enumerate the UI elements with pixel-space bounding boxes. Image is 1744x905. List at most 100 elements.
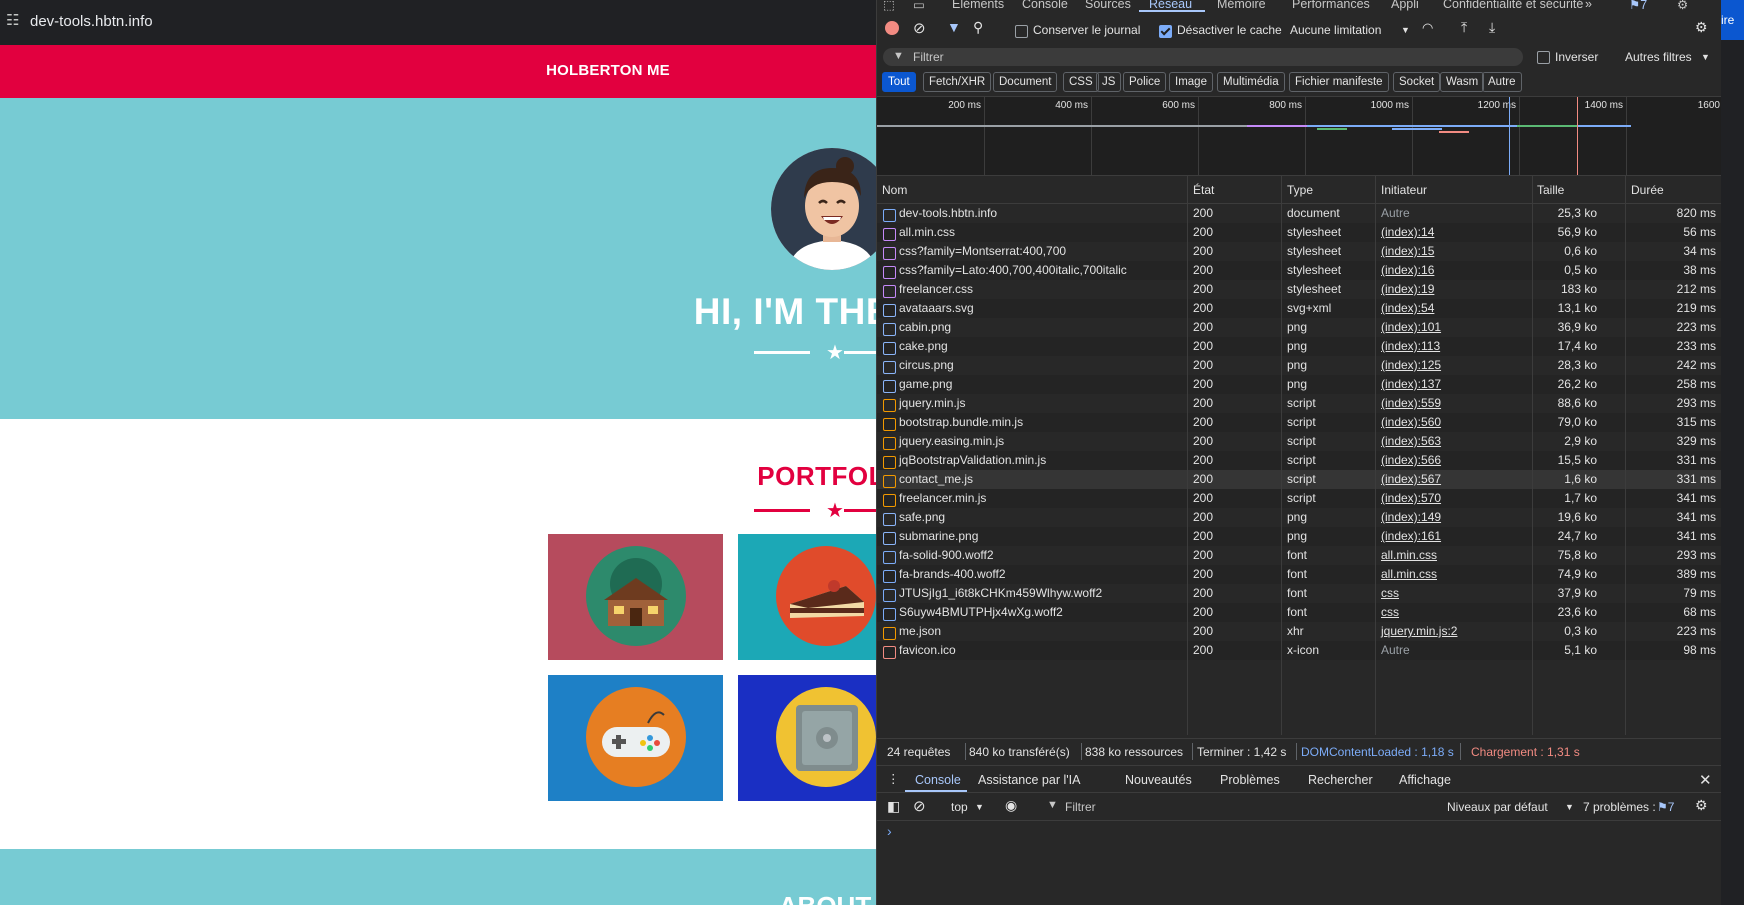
request-initiator[interactable]: (index):15: [1381, 244, 1434, 258]
tab-performance[interactable]: Performances: [1292, 0, 1370, 11]
chip-document[interactable]: Document: [993, 72, 1058, 92]
table-row[interactable]: cabin.png 200 png (index):101 36,9 ko 223 ms: [877, 318, 1722, 337]
search-icon[interactable]: ⚲: [973, 19, 983, 36]
console-settings-icon[interactable]: ⚙: [1695, 797, 1708, 814]
request-initiator[interactable]: (index):149: [1381, 510, 1441, 524]
log-levels-dropdown[interactable]: Niveaux par défaut: [1447, 800, 1548, 814]
request-initiator[interactable]: css: [1381, 605, 1399, 619]
drawer-tab-console[interactable]: Console: [915, 773, 961, 787]
request-initiator[interactable]: all.min.css: [1381, 567, 1437, 581]
chip-font[interactable]: Police: [1123, 72, 1167, 92]
live-expression-eye-icon[interactable]: ◉: [1005, 797, 1017, 814]
table-row[interactable]: favicon.ico 200 x-icon Autre 5,1 ko 98 ms: [877, 641, 1722, 660]
chip-css[interactable]: CSS: [1063, 72, 1099, 92]
inspect-element-icon[interactable]: ⬚: [883, 0, 895, 12]
chip-js[interactable]: JS: [1096, 72, 1122, 92]
table-row[interactable]: submarine.png 200 png (index):161 24,7 ko 341…: [877, 527, 1722, 546]
export-har-icon[interactable]: ⤓: [1489, 19, 1495, 36]
table-row[interactable]: avataaars.svg 200 svg+xml (index):54 13,1 ko…: [877, 299, 1722, 318]
table-row[interactable]: all.min.css 200 stylesheet (index):14 56,9 k…: [877, 223, 1722, 242]
request-initiator[interactable]: css: [1381, 586, 1399, 600]
request-initiator[interactable]: (index):570: [1381, 491, 1441, 505]
request-initiator[interactable]: all.min.css: [1381, 548, 1437, 562]
portfolio-item-game[interactable]: [548, 675, 723, 801]
clear-icon[interactable]: ⊘: [913, 19, 926, 37]
console-filter-input[interactable]: ▼ Filtrer: [1039, 797, 1389, 815]
table-row[interactable]: jqBootstrapValidation.min.js 200 script (in…: [877, 451, 1722, 470]
tab-privacy-security[interactable]: Confidentialité et sécurité: [1443, 0, 1583, 11]
chip-image[interactable]: Image: [1169, 72, 1213, 92]
device-toolbar-icon[interactable]: ▭: [913, 0, 925, 12]
column-status[interactable]: État: [1193, 183, 1214, 197]
request-initiator[interactable]: (index):566: [1381, 453, 1441, 467]
table-row[interactable]: jquery.min.js 200 script (index):559 88,6 ko…: [877, 394, 1722, 413]
filter-funnel-icon[interactable]: ▼: [947, 19, 961, 35]
more-filters-dropdown[interactable]: Autres filtres: [1625, 50, 1692, 64]
column-initiator[interactable]: Initiateur: [1381, 183, 1427, 197]
network-conditions-icon[interactable]: ◠: [1422, 20, 1433, 36]
problems-badge[interactable]: ⚑7: [1657, 800, 1674, 814]
portfolio-item-cabin[interactable]: [548, 534, 723, 660]
table-row[interactable]: cake.png 200 png (index):113 17,4 ko 233 ms: [877, 337, 1722, 356]
portfolio-item-safe[interactable]: [738, 675, 876, 801]
request-initiator[interactable]: (index):19: [1381, 282, 1434, 296]
url-text[interactable]: dev-tools.hbtn.info: [30, 13, 153, 31]
preserve-log-checkbox[interactable]: [1015, 25, 1028, 38]
chip-all[interactable]: Tout: [882, 72, 916, 92]
address-bar[interactable]: ☷ dev-tools.hbtn.info: [0, 0, 876, 45]
column-size[interactable]: Taille: [1537, 183, 1564, 197]
tab-memory[interactable]: Mémoire: [1217, 0, 1266, 11]
table-row[interactable]: S6uyw4BMUTPHjx4wXg.woff2 200 font css 23,6 k…: [877, 603, 1722, 622]
more-tabs-icon[interactable]: »: [1585, 0, 1592, 11]
disable-cache-checkbox[interactable]: [1159, 25, 1172, 38]
table-row[interactable]: css?family=Montserrat:400,700 200 styleshe…: [877, 242, 1722, 261]
network-overview-timeline[interactable]: 200 ms 400 ms 600 ms 800 ms 1000 ms 1200…: [877, 96, 1722, 176]
request-initiator[interactable]: jquery.min.js:2: [1381, 624, 1457, 638]
table-row[interactable]: me.json 200 xhr jquery.min.js:2 0,3 ko 223 ms: [877, 622, 1722, 641]
tab-application[interactable]: Appli: [1391, 0, 1419, 11]
invert-checkbox[interactable]: [1537, 51, 1550, 64]
sidebar-toggle-icon[interactable]: ◧: [887, 798, 900, 815]
request-initiator[interactable]: (index):101: [1381, 320, 1441, 334]
table-row[interactable]: game.png 200 png (index):137 26,2 ko 258 ms: [877, 375, 1722, 394]
table-row[interactable]: fa-brands-400.woff2 200 font all.min.css 74,…: [877, 565, 1722, 584]
table-row[interactable]: JTUSjIg1_i6t8kCHKm459Wlhyw.woff2 200 font c…: [877, 584, 1722, 603]
table-row[interactable]: jquery.easing.min.js 200 script (index):563…: [877, 432, 1722, 451]
close-drawer-icon[interactable]: ✕: [1699, 771, 1712, 789]
console-prompt[interactable]: ›: [887, 823, 892, 839]
throttling-select[interactable]: Aucune limitation: [1290, 23, 1381, 37]
drawer-tab-rendering[interactable]: Affichage: [1399, 773, 1451, 787]
drawer-tab-issues[interactable]: Problèmes: [1220, 773, 1280, 787]
chip-media[interactable]: Multimédia: [1217, 72, 1285, 92]
request-initiator[interactable]: (index):560: [1381, 415, 1441, 429]
drawer-tab-ai-assistance[interactable]: Assistance par l'IA: [978, 773, 1080, 787]
request-initiator[interactable]: (index):125: [1381, 358, 1441, 372]
record-stop-icon[interactable]: [885, 21, 899, 35]
drawer-tab-whats-new[interactable]: Nouveautés: [1125, 773, 1192, 787]
filter-input[interactable]: ▼ Filtrer: [883, 48, 1523, 66]
request-initiator[interactable]: (index):16: [1381, 263, 1434, 277]
request-initiator[interactable]: (index):137: [1381, 377, 1441, 391]
column-time[interactable]: Durée: [1631, 183, 1664, 197]
table-row[interactable]: circus.png 200 png (index):125 28,3 ko 242 ms: [877, 356, 1722, 375]
drawer-menu-icon[interactable]: ⋮: [887, 771, 900, 786]
request-initiator[interactable]: (index):559: [1381, 396, 1441, 410]
chip-wasm[interactable]: Wasm: [1440, 72, 1485, 92]
table-row[interactable]: css?family=Lato:400,700,400italic,700ita…: [877, 261, 1722, 280]
table-row[interactable]: freelancer.css 200 stylesheet (index):19 183…: [877, 280, 1722, 299]
chevron-down-icon[interactable]: ▼: [1701, 52, 1710, 62]
request-initiator[interactable]: (index):161: [1381, 529, 1441, 543]
clear-console-icon[interactable]: ⊘: [913, 797, 926, 815]
context-selector[interactable]: top: [951, 800, 968, 814]
chip-manifest[interactable]: Fichier manifeste: [1289, 72, 1389, 92]
site-info-icon[interactable]: ☷: [6, 13, 22, 29]
request-initiator[interactable]: (index):54: [1381, 301, 1434, 315]
table-row[interactable]: fa-solid-900.woff2 200 font all.min.css 75,8…: [877, 546, 1722, 565]
settings-gear-icon[interactable]: ⚙: [1677, 0, 1688, 12]
portfolio-item-cake[interactable]: [738, 534, 876, 660]
table-row[interactable]: bootstrap.bundle.min.js 200 script (index):…: [877, 413, 1722, 432]
side-panel-button[interactable]: ire: [1721, 0, 1744, 40]
table-row[interactable]: dev-tools.hbtn.info 200 document Autre 25,3 …: [877, 204, 1722, 223]
chevron-down-icon[interactable]: ▼: [1565, 802, 1574, 812]
chevron-down-icon[interactable]: ▼: [1401, 25, 1410, 35]
